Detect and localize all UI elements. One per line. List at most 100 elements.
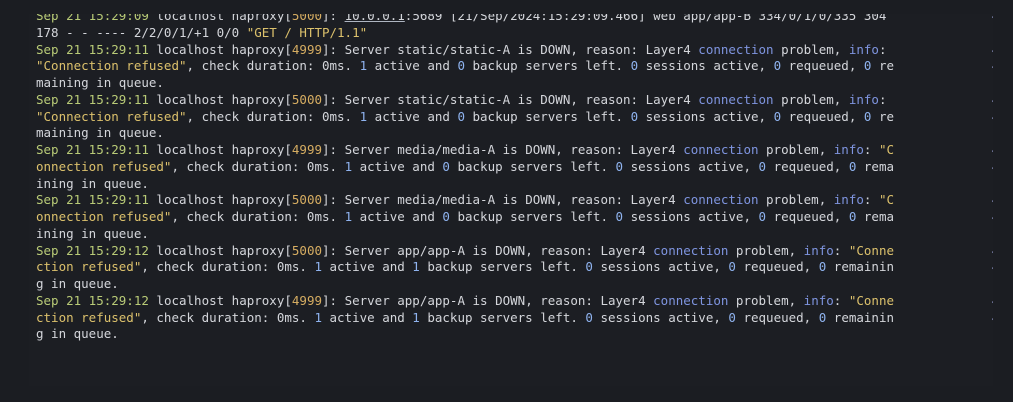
log-segment: 1: [359, 58, 368, 74]
log-segment: active and: [321, 309, 413, 325]
log-segment: requeued,: [766, 209, 849, 224]
log-segment: 1: [412, 259, 420, 275]
log-line: ction refused", check duration: 0ms. 1 a…: [36, 309, 993, 327]
log-segment: ]: Server media/media-A is DOWN, reason:…: [322, 192, 684, 208]
log-segment: 0: [442, 158, 450, 174]
log-segment: 0: [773, 58, 782, 74]
log-segment: "C: [878, 192, 894, 208]
log-line: Sep 21 15:29:09 localhost haproxy[5000]:…: [36, 14, 993, 25]
log-segment: backup servers left.: [449, 209, 616, 224]
log-segment: backup servers left.: [449, 158, 616, 174]
log-segment: 1: [412, 309, 420, 325]
log-segment: requeued,: [735, 309, 819, 325]
log-segment: ]:: [322, 14, 345, 23]
log-segment: :: [878, 41, 902, 57]
log-line: maining in queue.: [36, 125, 981, 142]
log-line: Sep 21 15:29:11 localhost haproxy[5000]:…: [36, 91, 993, 109]
log-segment: :5689 [21/Sep/2024:15:29:09.466] web app…: [404, 14, 887, 23]
log-segment: maining in queue.: [36, 75, 164, 90]
log-segment: ]: Server media/media-A is DOWN, reason:…: [322, 142, 684, 157]
log-segment: Sep 21 15:29:11: [36, 91, 149, 107]
log-line: Sep 21 15:29:11 localhost haproxy[4999]:…: [36, 41, 993, 59]
log-segment: 1: [314, 309, 322, 325]
log-segment: 1: [344, 158, 353, 174]
log-segment: 0: [630, 108, 639, 124]
log-segment: 0: [457, 58, 465, 74]
terminal-output[interactable]: Sep 21 15:29:09 localhost haproxy[ 5000]:…: [29, 14, 993, 386]
log-segment: backup servers left.: [419, 309, 586, 325]
log-segment: g in queue.: [36, 326, 119, 342]
log-segment: backup servers left.: [464, 58, 631, 74]
log-segment: localhost haproxy[: [148, 142, 292, 157]
log-line: ining in queue.: [36, 176, 981, 193]
log-line: "Connection refused", check duration: 0m…: [36, 108, 993, 126]
log-line: 178 - - ---- 2/2/0/1/+1 0/0 "GET / HTTP/…: [36, 25, 981, 42]
log-segment: 1: [359, 108, 368, 124]
log-segment: ]: Server static/static-A is DOWN, reaso…: [322, 91, 699, 107]
log-segment: sessions active,: [638, 58, 774, 74]
log-segment: 1: [344, 209, 353, 224]
log-segment: info: [833, 142, 864, 157]
log-segment: 0: [615, 158, 624, 174]
log-segment: ]: Server app/app-A is DOWN, reason: Lay…: [322, 292, 654, 308]
log-segment: info: [803, 292, 834, 308]
log-segment: , check duration: 0ms.: [141, 259, 315, 275]
log-segment: "Connection refused": [36, 108, 187, 124]
log-segment: 1: [314, 259, 322, 275]
log-segment: rema: [856, 209, 895, 224]
log-segment: , check duration: 0ms.: [186, 108, 360, 124]
log-segment: info: [833, 192, 864, 208]
log-segment: 0: [758, 158, 767, 174]
log-segment: :: [878, 91, 902, 107]
log-segment: 0: [773, 108, 782, 124]
log-segment: active and: [352, 158, 443, 174]
log-segment: :: [863, 192, 879, 208]
log-segment: , check duration: 0ms.: [171, 158, 345, 174]
log-segment: "GET / HTTP/1.1": [246, 24, 368, 40]
log-line: "Connection refused", check duration: 0m…: [36, 58, 993, 75]
log-segment: 0: [442, 209, 450, 224]
log-segment: sessions active,: [592, 259, 729, 275]
log-segment: 178 - - ---- 2/2/0/1/+1 0/0: [36, 24, 247, 40]
log-segment: requeued,: [781, 58, 864, 74]
log-segment: Sep 21 15:29:11: [36, 192, 149, 208]
log-segment: Sep 21 15:29:12: [36, 292, 149, 308]
log-segment: g in queue.: [36, 276, 119, 291]
log-segment: 4999: [291, 41, 322, 57]
log-segment: 0: [728, 309, 736, 325]
log-segment: backup servers left.: [419, 259, 586, 275]
log-segment: connection: [653, 292, 729, 308]
log-segment: ction refused": [36, 259, 142, 275]
log-segment: 0: [630, 58, 639, 74]
log-segment: ining in queue.: [36, 225, 149, 241]
log-segment: problem,: [773, 91, 849, 107]
log-segment: re: [871, 58, 894, 74]
log-segment: onnection refused": [36, 209, 172, 224]
log-segment: connection: [698, 91, 774, 107]
log-segment: backup servers left.: [464, 108, 631, 124]
log-segment: , check duration: 0ms.: [141, 309, 315, 325]
log-segment: ]: Server app/app-A is DOWN, reason: Lay…: [322, 242, 654, 258]
log-line: Sep 21 15:29:11 localhost haproxy[5000]:…: [36, 192, 993, 209]
log-segment: 4999: [291, 142, 322, 157]
log-segment: ]: Server static/static-A is DOWN, reaso…: [322, 41, 699, 57]
log-segment: ction refused": [36, 309, 142, 325]
log-segment: Sep 21 15:29:12: [36, 242, 149, 258]
log-line: Sep 21 15:29:12 localhost haproxy[5000]:…: [36, 242, 993, 260]
log-segment: 0: [585, 259, 593, 275]
log-segment: :: [833, 242, 849, 258]
log-segment: active and: [367, 108, 458, 124]
log-line: ction refused", check duration: 0ms. 1 a…: [36, 259, 993, 276]
log-segment: Sep 21 15:29:09: [36, 14, 149, 23]
log-segment: remainin: [826, 259, 894, 275]
log-segment: active and: [367, 58, 458, 74]
log-segment: 0: [728, 259, 736, 275]
terminal-scrollbar[interactable]: [993, 14, 1013, 386]
log-segment: 4999: [291, 292, 322, 308]
log-segment: problem,: [773, 41, 849, 57]
log-lines: Sep 21 15:29:09 localhost haproxy[ 5000]:…: [36, 14, 993, 343]
log-segment: 5000: [291, 242, 322, 258]
log-segment: localhost haproxy[: [148, 91, 292, 107]
log-segment: "C: [878, 142, 894, 157]
log-line: Sep 21 15:29:11 localhost haproxy[4999]:…: [36, 142, 993, 159]
